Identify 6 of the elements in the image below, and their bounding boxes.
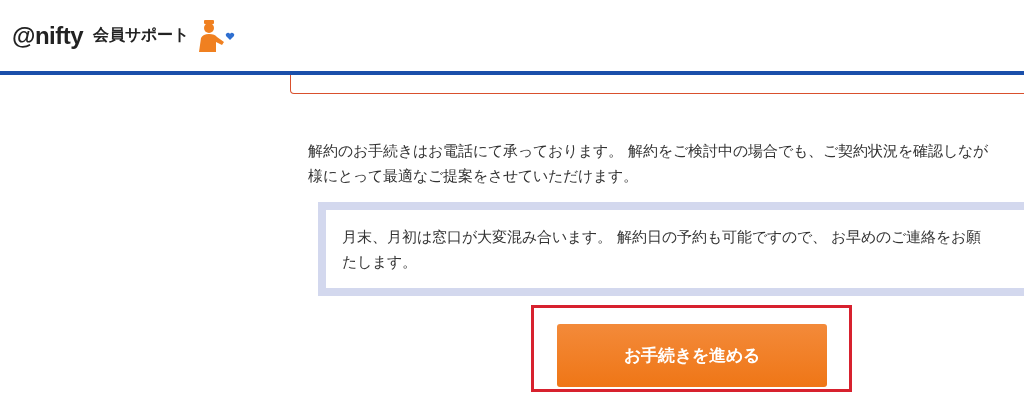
brand-logo[interactable]: @nifty [12,21,84,50]
intro-text: 解約のお手続きはお電話にて承っております。 解約をご検討中の場合でも、ご契約状況を確認しなが [308,141,989,161]
site-name: 会員サポート [93,25,190,46]
note-text: 月末、月初は窓口が大変混み合います。 解約日の予約も可能ですので、 お早めのご連絡をお願 [342,227,983,247]
intro-text: 様にとって最適なご提案をさせていただけます。 [308,166,639,186]
note-text: たします。 [342,252,418,272]
